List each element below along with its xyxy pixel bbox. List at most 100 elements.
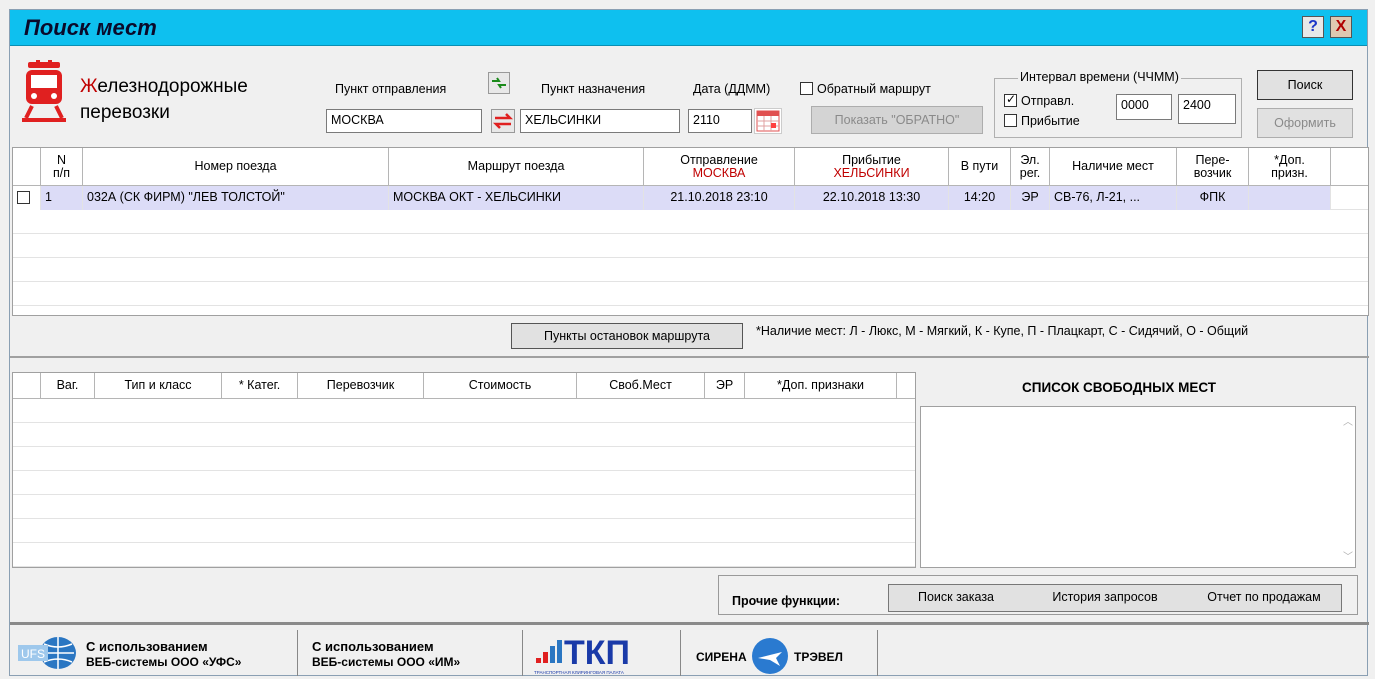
header-arrival[interactable]: Прибытие ХЕЛЬСИНКИ bbox=[795, 148, 949, 185]
time-from-input[interactable]: 0000 bbox=[1116, 94, 1172, 120]
return-route-label: Обратный маршрут bbox=[817, 82, 931, 96]
brand-initial: Ж bbox=[80, 76, 98, 97]
header-select bbox=[13, 148, 41, 185]
svg-text:ТКП: ТКП bbox=[564, 634, 630, 672]
seats-legend: *Наличие мест: Л - Люкс, М - Мягкий, К -… bbox=[756, 324, 1249, 338]
other-functions-label: Прочие функции: bbox=[732, 594, 841, 608]
row-arrival: 22.10.2018 13:30 bbox=[795, 186, 949, 210]
list-item bbox=[13, 399, 915, 423]
swap-green-button[interactable] bbox=[488, 72, 510, 94]
table-row-empty bbox=[13, 282, 1368, 306]
header-departure[interactable]: Отправление МОСКВА bbox=[644, 148, 795, 185]
tkp-logo: ТКП ТРАНСПОРТНАЯ КЛИРИНГОВАЯ ПАЛАТА bbox=[534, 634, 630, 675]
header-carrier[interactable]: Пере-возчик bbox=[1177, 148, 1249, 185]
list-item bbox=[13, 423, 915, 447]
header-travel[interactable]: В пути bbox=[949, 148, 1011, 185]
from-input[interactable]: МОСКВА bbox=[326, 109, 482, 133]
table-row-empty bbox=[13, 258, 1368, 282]
header-type[interactable]: Тип и класс bbox=[95, 373, 222, 398]
date-label: Дата (ДДММ) bbox=[693, 82, 771, 96]
row-route: МОСКВА ОКТ - ХЕЛЬСИНКИ bbox=[389, 186, 644, 210]
header-train[interactable]: Номер поезда bbox=[83, 148, 389, 185]
train-icon bbox=[22, 60, 66, 122]
sales-report-button[interactable]: Отчет по продажам bbox=[1188, 585, 1340, 611]
departure-checkbox[interactable] bbox=[1004, 92, 1017, 107]
table-row[interactable]: 1 032А (СК ФИРМ) "ЛЕВ ТОЛСТОЙ" МОСКВА ОК… bbox=[13, 186, 1368, 210]
header-free[interactable]: Своб.Мест bbox=[577, 373, 705, 398]
arrival-checkbox[interactable] bbox=[1004, 114, 1017, 127]
search-button[interactable]: Поиск bbox=[1257, 70, 1353, 100]
im-line2: ВЕБ-системы ООО «ИМ» bbox=[312, 655, 461, 669]
row-extra bbox=[1249, 186, 1331, 210]
header-route[interactable]: Маршрут поезда bbox=[389, 148, 644, 185]
interval-label: Интервал времени (ЧЧММ) bbox=[1018, 70, 1181, 84]
free-seats-list[interactable]: ︿ ﹀ bbox=[920, 406, 1356, 568]
sirena-left: СИРЕНА bbox=[696, 650, 747, 664]
departure-option-label: Отправл. bbox=[1021, 94, 1075, 108]
help-button[interactable]: ? bbox=[1302, 16, 1324, 38]
list-item bbox=[13, 495, 915, 519]
header-car[interactable]: Ваг. bbox=[41, 373, 95, 398]
title-bar: Поиск мест ? X bbox=[10, 10, 1367, 46]
header-seats[interactable]: Наличие мест bbox=[1050, 148, 1177, 185]
cars-table: Ваг. Тип и класс * Катег. Перевозчик Сто… bbox=[12, 372, 916, 568]
brand-line1: Железнодорожные bbox=[80, 76, 248, 98]
im-line1: С использованием bbox=[312, 639, 434, 654]
header-el[interactable]: Эл. рег. bbox=[1011, 148, 1050, 185]
scroll-down-icon[interactable]: ﹀ bbox=[1343, 548, 1353, 563]
sirena-travel-logo bbox=[752, 638, 788, 674]
brand-line2: перевозки bbox=[80, 102, 170, 123]
close-button[interactable]: X bbox=[1330, 16, 1352, 38]
header-er[interactable]: ЭР bbox=[705, 373, 745, 398]
to-input[interactable]: ХЕЛЬСИНКИ bbox=[520, 109, 680, 133]
swap-red-button[interactable] bbox=[491, 109, 515, 133]
trains-table-header: Nп/п Номер поезда Маршрут поезда Отправл… bbox=[13, 148, 1368, 186]
list-item bbox=[13, 447, 915, 471]
header-num[interactable]: Nп/п bbox=[41, 148, 83, 185]
reverse-arrows-icon bbox=[492, 113, 514, 129]
row-carrier: ФПК bbox=[1177, 186, 1249, 210]
issue-button[interactable]: Оформить bbox=[1257, 108, 1353, 138]
date-input[interactable]: 2110 bbox=[688, 109, 752, 133]
row-num: 1 bbox=[41, 186, 83, 210]
list-item bbox=[13, 471, 915, 495]
ufs-line1: С использованием bbox=[86, 639, 208, 654]
row-departure: 21.10.2018 23:10 bbox=[644, 186, 795, 210]
trains-table: Nп/п Номер поезда Маршрут поезда Отправл… bbox=[12, 147, 1369, 316]
header-category[interactable]: * Катег. bbox=[222, 373, 298, 398]
from-label: Пункт отправления bbox=[335, 82, 447, 96]
table-row-empty bbox=[13, 210, 1368, 234]
header-extra-car[interactable]: *Доп. признаки bbox=[745, 373, 897, 398]
show-return-button[interactable]: Показать "ОБРАТНО" bbox=[811, 106, 983, 134]
departure-option[interactable]: Отправл. bbox=[1004, 92, 1075, 108]
window-title: Поиск мест bbox=[24, 15, 157, 40]
brand-rest: елезнодорожные bbox=[97, 76, 248, 97]
calendar-button[interactable] bbox=[754, 108, 782, 134]
list-item bbox=[13, 543, 915, 567]
ufs-logo: UFS bbox=[18, 637, 76, 669]
row-checkbox[interactable] bbox=[17, 191, 30, 204]
svg-text:UFS: UFS bbox=[21, 647, 45, 661]
route-stops-button[interactable]: Пункты остановок маршрута bbox=[511, 323, 743, 349]
calendar-icon bbox=[756, 110, 780, 132]
header-carrier-car[interactable]: Перевозчик bbox=[298, 373, 424, 398]
history-button[interactable]: История запросов bbox=[1029, 585, 1181, 611]
cars-table-header: Ваг. Тип и класс * Катег. Перевозчик Сто… bbox=[13, 373, 915, 399]
sirena-right: ТРЭВЕЛ bbox=[794, 650, 843, 664]
table-row-empty bbox=[13, 234, 1368, 258]
to-label: Пункт назначения bbox=[541, 82, 646, 96]
scroll-up-icon[interactable]: ︿ bbox=[1343, 413, 1353, 428]
header-price[interactable]: Стоимость bbox=[424, 373, 577, 398]
return-route-checkbox[interactable] bbox=[800, 82, 813, 95]
order-search-button[interactable]: Поиск заказа bbox=[889, 585, 1023, 611]
svg-text:ТРАНСПОРТНАЯ КЛИРИНГОВАЯ ПАЛАТ: ТРАНСПОРТНАЯ КЛИРИНГОВАЯ ПАЛАТА bbox=[534, 670, 624, 675]
arrival-option[interactable]: Прибытие bbox=[1004, 114, 1080, 128]
row-travel: 14:20 bbox=[949, 186, 1011, 210]
return-route-option[interactable]: Обратный маршрут bbox=[800, 82, 931, 96]
row-train: 032А (СК ФИРМ) "ЛЕВ ТОЛСТОЙ" bbox=[83, 186, 389, 210]
free-seats-title: СПИСОК СВОБОДНЫХ МЕСТ bbox=[1022, 380, 1216, 395]
footer-divider bbox=[10, 622, 1369, 625]
ufs-line2: ВЕБ-системы ООО «УФС» bbox=[86, 655, 242, 669]
header-extra[interactable]: *Доп. призн. bbox=[1249, 148, 1331, 185]
time-to-input[interactable]: 2400 bbox=[1178, 94, 1236, 124]
